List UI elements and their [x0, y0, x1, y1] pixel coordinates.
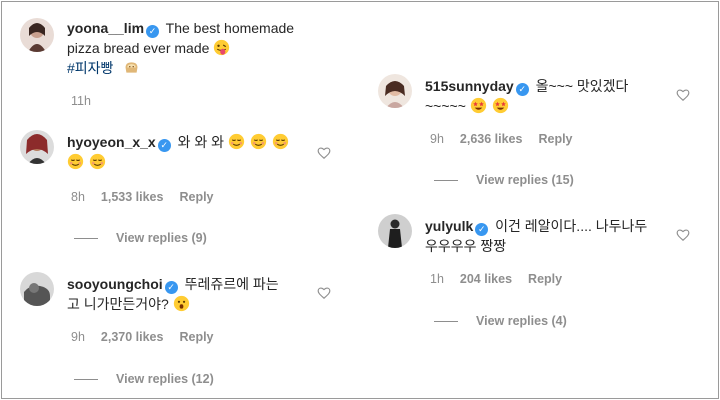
verified-badge-icon: ✓ [146, 25, 160, 38]
verified-badge-icon: ✓ [515, 83, 529, 96]
divider [74, 379, 98, 381]
reply-button[interactable]: Reply [179, 330, 213, 344]
star-struck-emoji-icon [492, 97, 508, 114]
avatar[interactable] [20, 18, 54, 52]
reply-button[interactable]: Reply [528, 272, 562, 286]
comment-text-line2: ~~~~~ [425, 98, 466, 114]
comment-body: yoona__lim ✓ The best homemade pizza brea… [67, 18, 327, 78]
divider [74, 238, 98, 240]
avatar[interactable] [20, 130, 54, 164]
view-replies-button[interactable]: View replies (9) [74, 231, 207, 245]
relieved-face-emoji-icon [250, 133, 266, 150]
comment-meta: 1h 204 likes Reply [430, 272, 578, 286]
view-replies-button[interactable]: View replies (4) [434, 314, 567, 328]
view-replies-label: View replies (15) [476, 173, 574, 187]
username[interactable]: sooyoungchoi [67, 276, 163, 292]
relieved-face-emoji-icon [89, 153, 106, 170]
avatar[interactable] [20, 272, 54, 306]
comment-sooyoung: sooyoungchoi ✓ 뚜레쥬르에 파는 고 니가만든거야? 9h 2,370… [20, 272, 340, 392]
avatar[interactable] [378, 214, 412, 248]
like-heart-icon[interactable] [317, 146, 331, 160]
username[interactable]: hyoyeon_x_x [67, 134, 156, 150]
likes-count[interactable]: 2,370 likes [101, 330, 164, 344]
reply-button[interactable]: Reply [179, 190, 213, 204]
comment-text-line2: 우우우우 짱짱 [425, 238, 507, 254]
divider [434, 321, 458, 323]
comment-hyoyeon: hyoyeon_x_x ✓ 와 와 와 8h 1,533 likes Reply Vi… [20, 130, 340, 250]
like-heart-icon[interactable] [676, 88, 690, 102]
avatar[interactable] [378, 74, 412, 108]
comment-text-line1: 뚜레쥬르에 파는 [184, 276, 279, 292]
username[interactable]: yulyulk [425, 218, 473, 234]
username[interactable]: yoona__lim [67, 20, 144, 36]
comment-text-line1: 이건 레알이다.... 나두나두 [495, 218, 648, 234]
divider [434, 180, 458, 182]
comment-yulyulk: yulyulk ✓ 이건 레알이다.... 나두나두 우우우우 짱짱 1h 204 … [378, 214, 698, 334]
comment-meta: 8h 1,533 likes Reply [71, 190, 230, 204]
star-struck-emoji-icon [470, 97, 486, 114]
comment-text: 와 와 와 [177, 134, 225, 150]
likes-count[interactable]: 204 likes [460, 272, 512, 286]
view-replies-label: View replies (9) [116, 231, 207, 245]
view-replies-button[interactable]: View replies (15) [434, 173, 574, 187]
timestamp: 9h [71, 330, 85, 344]
comment-meta: 9h 2,370 likes Reply [71, 330, 230, 344]
comment-meta: 11h [71, 94, 107, 108]
comment-body: sooyoungchoi ✓ 뚜레쥬르에 파는 고 니가만든거야? [67, 274, 337, 314]
like-heart-icon[interactable] [676, 228, 690, 242]
comment-text-line1: 올~~~ 맛있겠다 [535, 78, 629, 94]
relieved-face-emoji-icon [272, 133, 288, 150]
view-replies-label: View replies (12) [116, 372, 214, 386]
tongue-out-emoji-icon [214, 39, 230, 56]
comment-yoona: yoona__lim ✓ The best homemade pizza brea… [20, 16, 320, 116]
like-heart-icon[interactable] [317, 286, 331, 300]
view-replies-button[interactable]: View replies (12) [74, 372, 214, 386]
view-replies-label: View replies (4) [476, 314, 567, 328]
timestamp: 11h [71, 94, 91, 108]
comment-body: yulyulk ✓ 이건 레알이다.... 나두나두 우우우우 짱짱 [425, 216, 685, 256]
timestamp: 1h [430, 272, 444, 286]
likes-count[interactable]: 2,636 likes [460, 132, 523, 146]
relieved-face-emoji-icon [228, 133, 245, 150]
reply-button[interactable]: Reply [538, 132, 572, 146]
comment-body: 515sunnyday ✓ 올~~~ 맛있겠다 ~~~~~ [425, 76, 675, 116]
verified-badge-icon: ✓ [164, 281, 178, 294]
relieved-face-emoji-icon [67, 153, 84, 170]
comment-meta: 9h 2,636 likes Reply [430, 132, 589, 146]
surprised-face-emoji-icon [173, 295, 189, 312]
hashtag-link[interactable]: #피자빵 [67, 60, 113, 76]
timestamp: 9h [430, 132, 444, 146]
comment-body: hyoyeon_x_x ✓ 와 와 와 [67, 132, 337, 172]
username[interactable]: 515sunnyday [425, 78, 514, 94]
verified-badge-icon: ✓ [475, 223, 489, 236]
comment-text-line2: 고 니가만든거야? [67, 296, 169, 312]
bread-emoji-icon [125, 62, 138, 73]
verified-badge-icon: ✓ [157, 139, 171, 152]
timestamp: 8h [71, 190, 85, 204]
comment-515sunnyday: 515sunnyday ✓ 올~~~ 맛있겠다 ~~~~~ 9h 2,636 lik… [378, 74, 698, 194]
likes-count[interactable]: 1,533 likes [101, 190, 164, 204]
